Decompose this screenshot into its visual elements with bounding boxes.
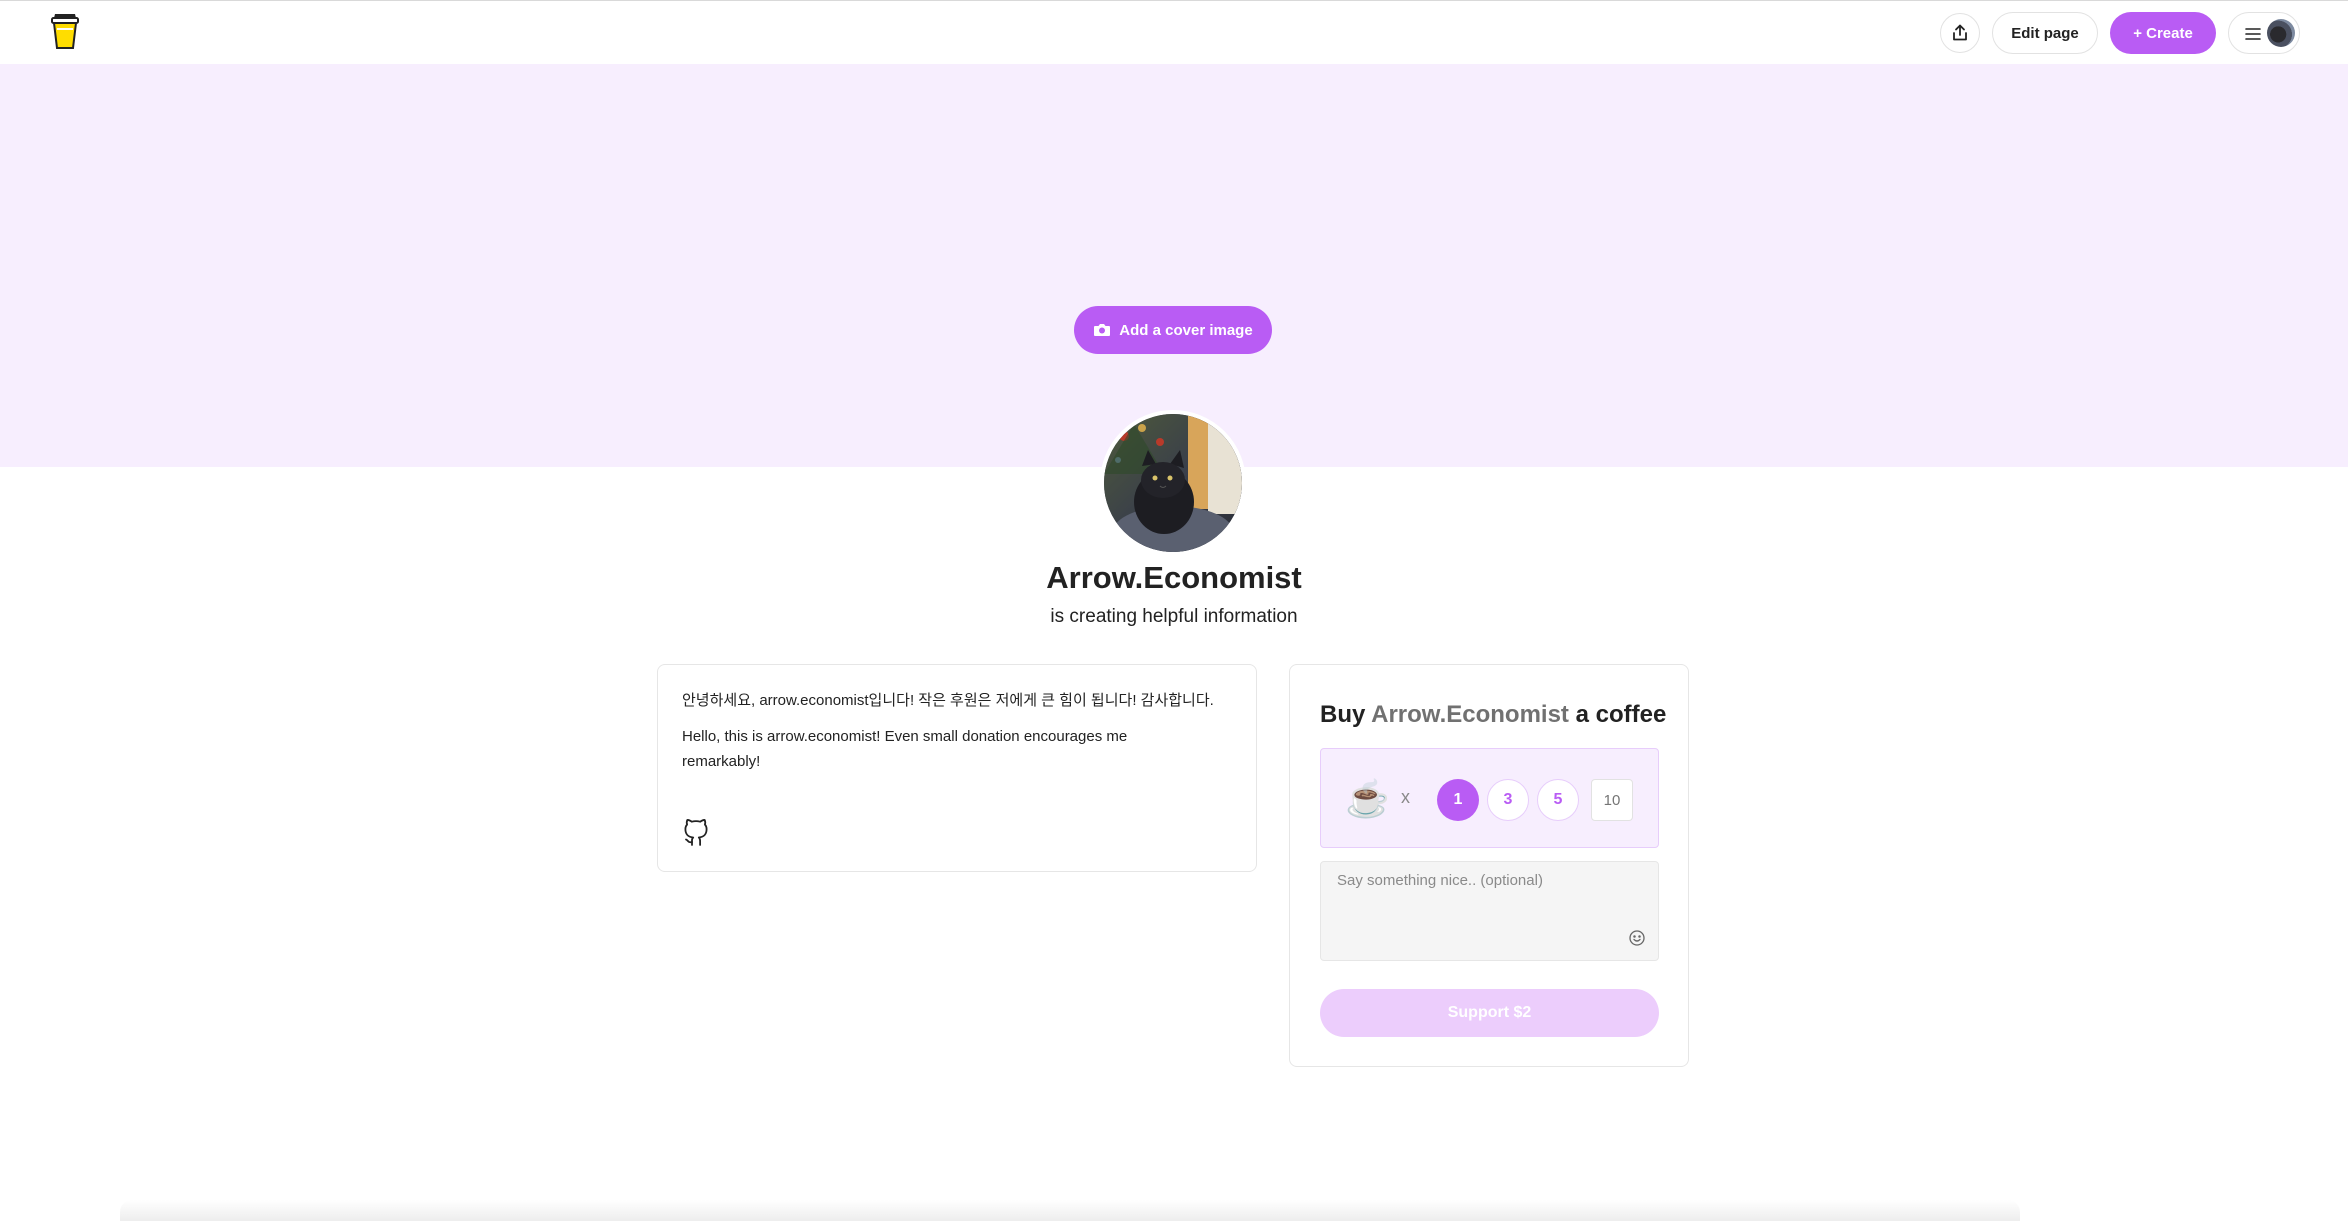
support-card: Buy Arrow.Economist a coffee ☕ x 1 3 5 S… <box>1289 664 1689 1067</box>
support-title: Buy Arrow.Economist a coffee <box>1320 701 1666 729</box>
hamburger-icon <box>2245 28 2261 40</box>
share-icon <box>1953 24 1967 41</box>
user-avatar <box>2267 19 2295 47</box>
coffee-quantity-selector: ☕ x 1 3 5 <box>1320 748 1659 848</box>
support-title-prefix: Buy <box>1320 701 1366 728</box>
times-symbol: x <box>1401 787 1410 807</box>
bottom-shadow <box>120 1200 2020 1221</box>
support-button[interactable]: Support $2 <box>1320 989 1659 1037</box>
cat-photo <box>1104 414 1242 552</box>
message-textarea[interactable] <box>1320 861 1659 961</box>
github-icon[interactable] <box>682 817 710 847</box>
about-card: 안녕하세요, arrow.economist입니다! 작은 후원은 저에게 큰 … <box>657 664 1257 872</box>
quantity-option-1[interactable]: 1 <box>1437 779 1479 821</box>
quantity-option-3[interactable]: 3 <box>1487 779 1529 821</box>
profile-tagline: is creating helpful information <box>1050 606 1298 627</box>
quantity-option-5[interactable]: 5 <box>1537 779 1579 821</box>
custom-quantity-input[interactable] <box>1591 779 1633 821</box>
add-cover-image-label: Add a cover image <box>1119 321 1253 339</box>
profile-avatar[interactable] <box>1100 410 1246 556</box>
top-navbar: Edit page + Create <box>0 0 2348 64</box>
edit-page-button[interactable]: Edit page <box>1992 12 2098 54</box>
support-title-suffix: a coffee <box>1575 701 1667 728</box>
coffee-cup-logo-icon[interactable] <box>48 11 82 51</box>
share-button[interactable] <box>1940 13 1980 53</box>
smiley-icon[interactable] <box>1628 929 1646 947</box>
profile-name: Arrow.Economist <box>1046 560 1302 595</box>
about-text-english: Hello, this is arrow.economist! Even sma… <box>682 728 1128 770</box>
cover-area: Add a cover image <box>0 64 2348 467</box>
create-button[interactable]: + Create <box>2110 12 2216 54</box>
camera-icon <box>1094 324 1111 336</box>
support-title-name: Arrow.Economist <box>1371 701 1569 728</box>
user-menu-button[interactable] <box>2228 12 2300 54</box>
coffee-cup-icon: ☕ <box>1345 778 1390 819</box>
add-cover-image-button[interactable]: Add a cover image <box>1074 306 1272 354</box>
about-text-korean: 안녕하세요, arrow.economist입니다! 작은 후원은 저에게 큰 … <box>682 692 1214 709</box>
